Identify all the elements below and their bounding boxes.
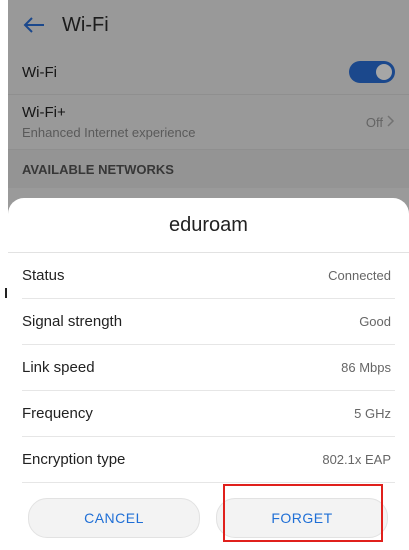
info-row-signal: Signal strength Good <box>22 299 395 345</box>
network-details-dialog: eduroam Status Connected Signal strength… <box>8 198 409 550</box>
left-margin <box>0 0 8 550</box>
info-row-encryption: Encryption type 802.1x EAP <box>22 437 395 483</box>
edge-mark <box>5 288 7 298</box>
info-value: 86 Mbps <box>341 360 391 375</box>
info-row-status: Status Connected <box>22 253 395 299</box>
info-row-link-speed: Link speed 86 Mbps <box>22 345 395 391</box>
info-label: Signal strength <box>22 313 123 330</box>
info-value: 5 GHz <box>354 406 391 421</box>
info-value: 802.1x EAP <box>322 452 391 467</box>
info-value: Connected <box>328 268 391 283</box>
info-label: Status <box>22 267 65 284</box>
info-row-frequency: Frequency 5 GHz <box>22 391 395 437</box>
forget-button[interactable]: FORGET <box>216 498 388 538</box>
info-value: Good <box>359 314 391 329</box>
network-info-list: Status Connected Signal strength Good Li… <box>22 253 395 483</box>
dialog-buttons: CANCEL FORGET <box>8 494 409 538</box>
info-label: Encryption type <box>22 451 126 468</box>
dialog-title: eduroam <box>8 198 409 253</box>
cancel-button[interactable]: CANCEL <box>28 498 200 538</box>
info-label: Link speed <box>22 359 95 376</box>
info-label: Frequency <box>22 405 93 422</box>
screen: Wi-Fi Wi-Fi Wi-Fi+ Enhanced Internet exp… <box>0 0 409 550</box>
